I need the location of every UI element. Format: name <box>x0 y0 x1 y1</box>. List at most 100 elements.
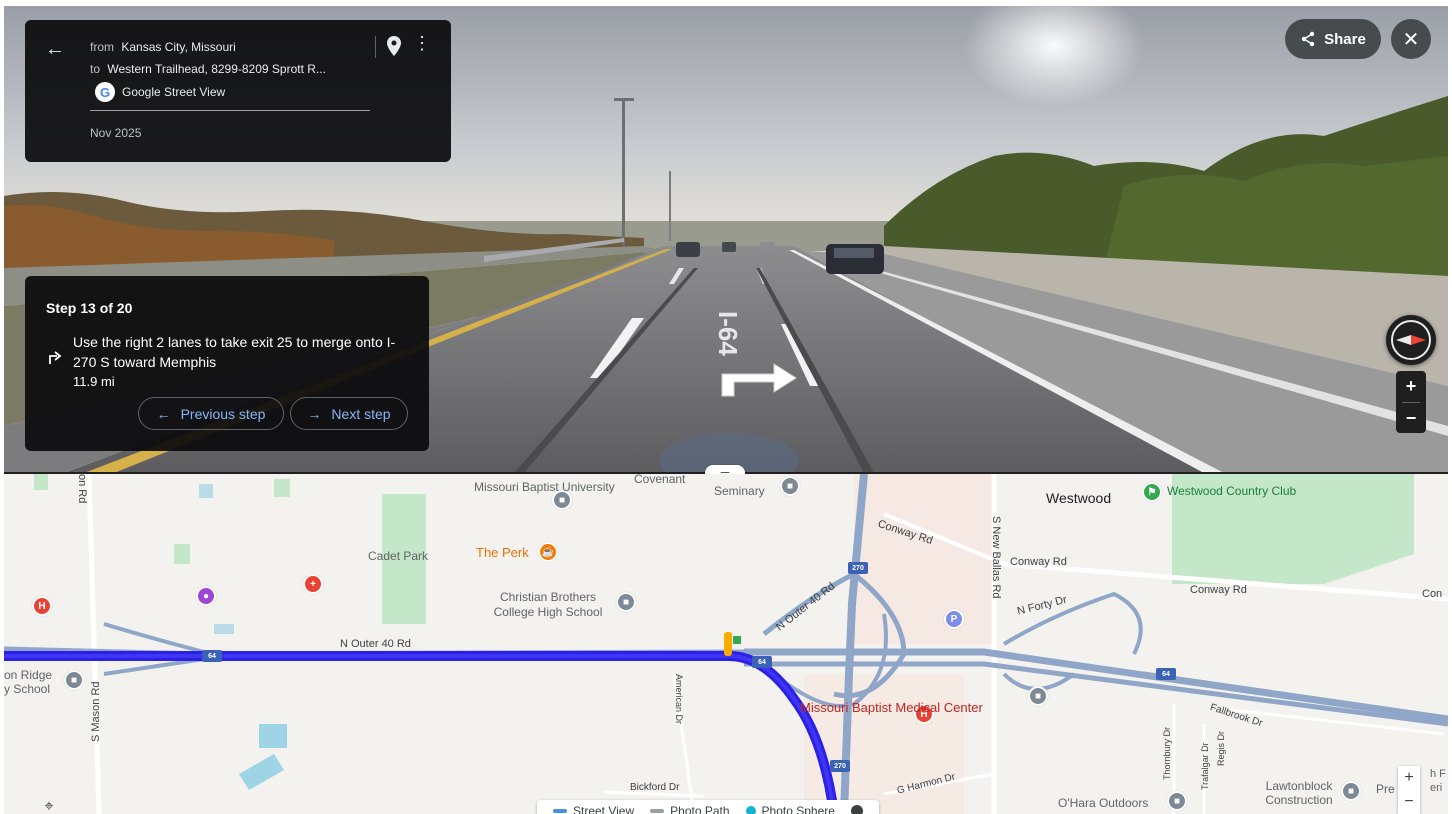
from-row: from Kansas City, Missouri <box>90 40 236 54</box>
map-zoom-control: + − <box>1398 766 1420 814</box>
from-prefix: from <box>90 40 114 54</box>
shopping-icon[interactable]: ● <box>196 586 216 606</box>
zoom-in-button[interactable]: + <box>1396 371 1426 402</box>
label-ridge-school: on Ridge <box>4 668 53 682</box>
construction-icon[interactable]: ■ <box>1341 781 1361 801</box>
from-location: Kansas City, Missouri <box>121 40 236 54</box>
store-icon[interactable]: ■ <box>1167 791 1187 811</box>
capture-date: Nov 2025 <box>90 126 142 140</box>
next-step-label: Next step <box>331 405 391 422</box>
step-title: Step 13 of 20 <box>46 300 133 316</box>
step-instruction: Use the right 2 lanes to take exit 25 to… <box>73 334 396 370</box>
turn-right-icon <box>49 351 62 364</box>
share-button[interactable]: Share <box>1285 19 1381 59</box>
photo-path-swatch <box>650 809 665 813</box>
label-lawtonblock-construction: Lawtonblock Construction <box>1265 779 1333 807</box>
label-s-new-ballas-rd: S New Ballas Rd <box>990 516 1002 599</box>
photo-sphere-dot <box>745 806 756 814</box>
more-options-icon[interactable]: ⋮ <box>413 34 431 52</box>
label-cut-off: h F <box>1430 768 1446 780</box>
layer-photo-path-label: Photo Path <box>670 804 730 814</box>
share-label: Share <box>1324 30 1366 48</box>
previous-step-label: Previous step <box>180 405 266 422</box>
route-info-card: ← from Kansas City, Missouri to Western … <box>25 20 451 162</box>
share-icon <box>1301 31 1315 47</box>
street-view-pane[interactable]: I-64 ← from Kansas City, Missouri to Wes… <box>4 6 1448 473</box>
street-view-directions-app: I-64 ← from Kansas City, Missouri to Wes… <box>0 0 1452 814</box>
label-s-mason-rd: S Mason Rd <box>90 681 102 742</box>
previous-step-button[interactable]: ← Previous step <box>138 397 284 430</box>
provider-name: Google Street View <box>122 85 226 99</box>
hospital-icon[interactable]: H <box>32 596 52 616</box>
close-icon: ✕ <box>1402 28 1420 51</box>
label-cut-off: eri <box>1430 782 1443 794</box>
layer-street-view-label: Street View <box>573 804 635 814</box>
arrow-right-icon: → <box>307 405 322 422</box>
road-marking-text: I-64 <box>713 311 743 356</box>
next-step-button[interactable]: → Next step <box>290 397 408 430</box>
interstate-64-shield: 64 <box>202 650 222 662</box>
cafe-icon[interactable]: ☕ <box>538 542 558 562</box>
compass-icon <box>1391 320 1431 360</box>
google-logo-icon: G <box>95 82 115 102</box>
label-bickford-dr: Bickford Dr <box>630 782 680 793</box>
fullscreen-icon[interactable]: ⌖ <box>34 792 64 814</box>
golf-icon[interactable]: ⚑ <box>1142 482 1162 502</box>
school-icon[interactable]: ■ <box>616 592 636 612</box>
layer-photo-sphere[interactable]: Photo Sphere <box>745 804 835 814</box>
step-distance: 11.9 mi <box>73 374 115 389</box>
location-pin-icon[interactable] <box>387 36 401 56</box>
label-school: y School <box>4 682 51 696</box>
label-westwood-country-club: Westwood Country Club <box>1167 484 1297 498</box>
school-icon[interactable]: ■ <box>64 670 84 690</box>
label-regis-dr: Regis Dr <box>1216 730 1226 766</box>
layer-street-view[interactable]: Street View <box>553 804 634 814</box>
label-cadet-park: Cadet Park <box>368 549 429 563</box>
toggle-icon <box>850 805 863 814</box>
layer-photo-path[interactable]: Photo Path <box>650 804 730 814</box>
label-trafalgar-dr: Trafalgar Dr <box>1200 742 1210 790</box>
seminary-icon[interactable]: ■ <box>780 476 800 496</box>
zoom-out-button[interactable]: − <box>1396 403 1426 434</box>
label-conway-rd-cut: Con <box>1422 588 1443 600</box>
street-view-swatch <box>553 809 567 813</box>
vertical-divider <box>375 36 376 58</box>
interstate-270-shield: 270 <box>830 760 850 772</box>
label-seminary: Seminary <box>714 484 765 498</box>
compass-button[interactable] <box>1386 315 1436 365</box>
label-n-outer-40-rd: N Outer 40 Rd <box>340 638 411 650</box>
health-icon[interactable]: + <box>303 574 323 594</box>
parking-icon[interactable]: P <box>944 609 964 629</box>
map-layer-legend: Street View Photo Path Photo Sphere <box>537 800 879 814</box>
label-road-top: on Rd <box>76 474 88 504</box>
label-covenant: Covenant <box>634 474 686 486</box>
map-zoom-in-button[interactable]: + <box>1398 766 1420 790</box>
interstate-64-shield: 64 <box>752 656 772 668</box>
interstate-270-shield: 270 <box>848 562 868 574</box>
label-westwood: Westwood <box>1046 490 1112 506</box>
label-the-perk: The Perk <box>476 545 529 560</box>
to-location: Western Trailhead, 8299-8209 Sprott R... <box>107 62 326 76</box>
info-divider <box>90 110 370 111</box>
label-thornbury-dr: Thornbury Dr <box>1162 726 1172 780</box>
place-icon[interactable]: ■ <box>1028 686 1048 706</box>
interstate-64-shield: 64 <box>1156 668 1176 680</box>
map-zoom-out-button[interactable]: − <box>1398 790 1420 814</box>
to-prefix: to <box>90 62 101 76</box>
label-ohara-outdoors: O'Hara Outdoors <box>1058 796 1149 810</box>
to-row: to Western Trailhead, 8299-8209 Sprott R… <box>90 62 360 76</box>
label-missouri-baptist-university: Missouri Baptist University <box>474 480 615 494</box>
close-button[interactable]: ✕ <box>1391 19 1431 59</box>
map-canvas[interactable] <box>4 474 1448 814</box>
map-pane[interactable]: 64 64 64 270 270 ■ ■ ⚑ ☕ ■ H ● + P ■ H ■… <box>4 474 1448 814</box>
label-conway-rd: Conway Rd <box>1190 584 1247 596</box>
label-christian-brothers-college: Christian Brothers College High School <box>493 590 603 619</box>
street-view-zoom-control: + − <box>1396 371 1426 433</box>
layer-photo-sphere-label: Photo Sphere <box>761 804 835 814</box>
pegman-marker[interactable] <box>724 632 732 656</box>
label-american-dr: American Dr <box>674 674 684 725</box>
layer-toggle[interactable] <box>850 805 863 814</box>
step-card: Step 13 of 20 Use the right 2 lanes to t… <box>25 276 429 451</box>
back-arrow-icon[interactable]: ← <box>45 38 65 61</box>
label-conway-rd: Conway Rd <box>1010 556 1067 568</box>
